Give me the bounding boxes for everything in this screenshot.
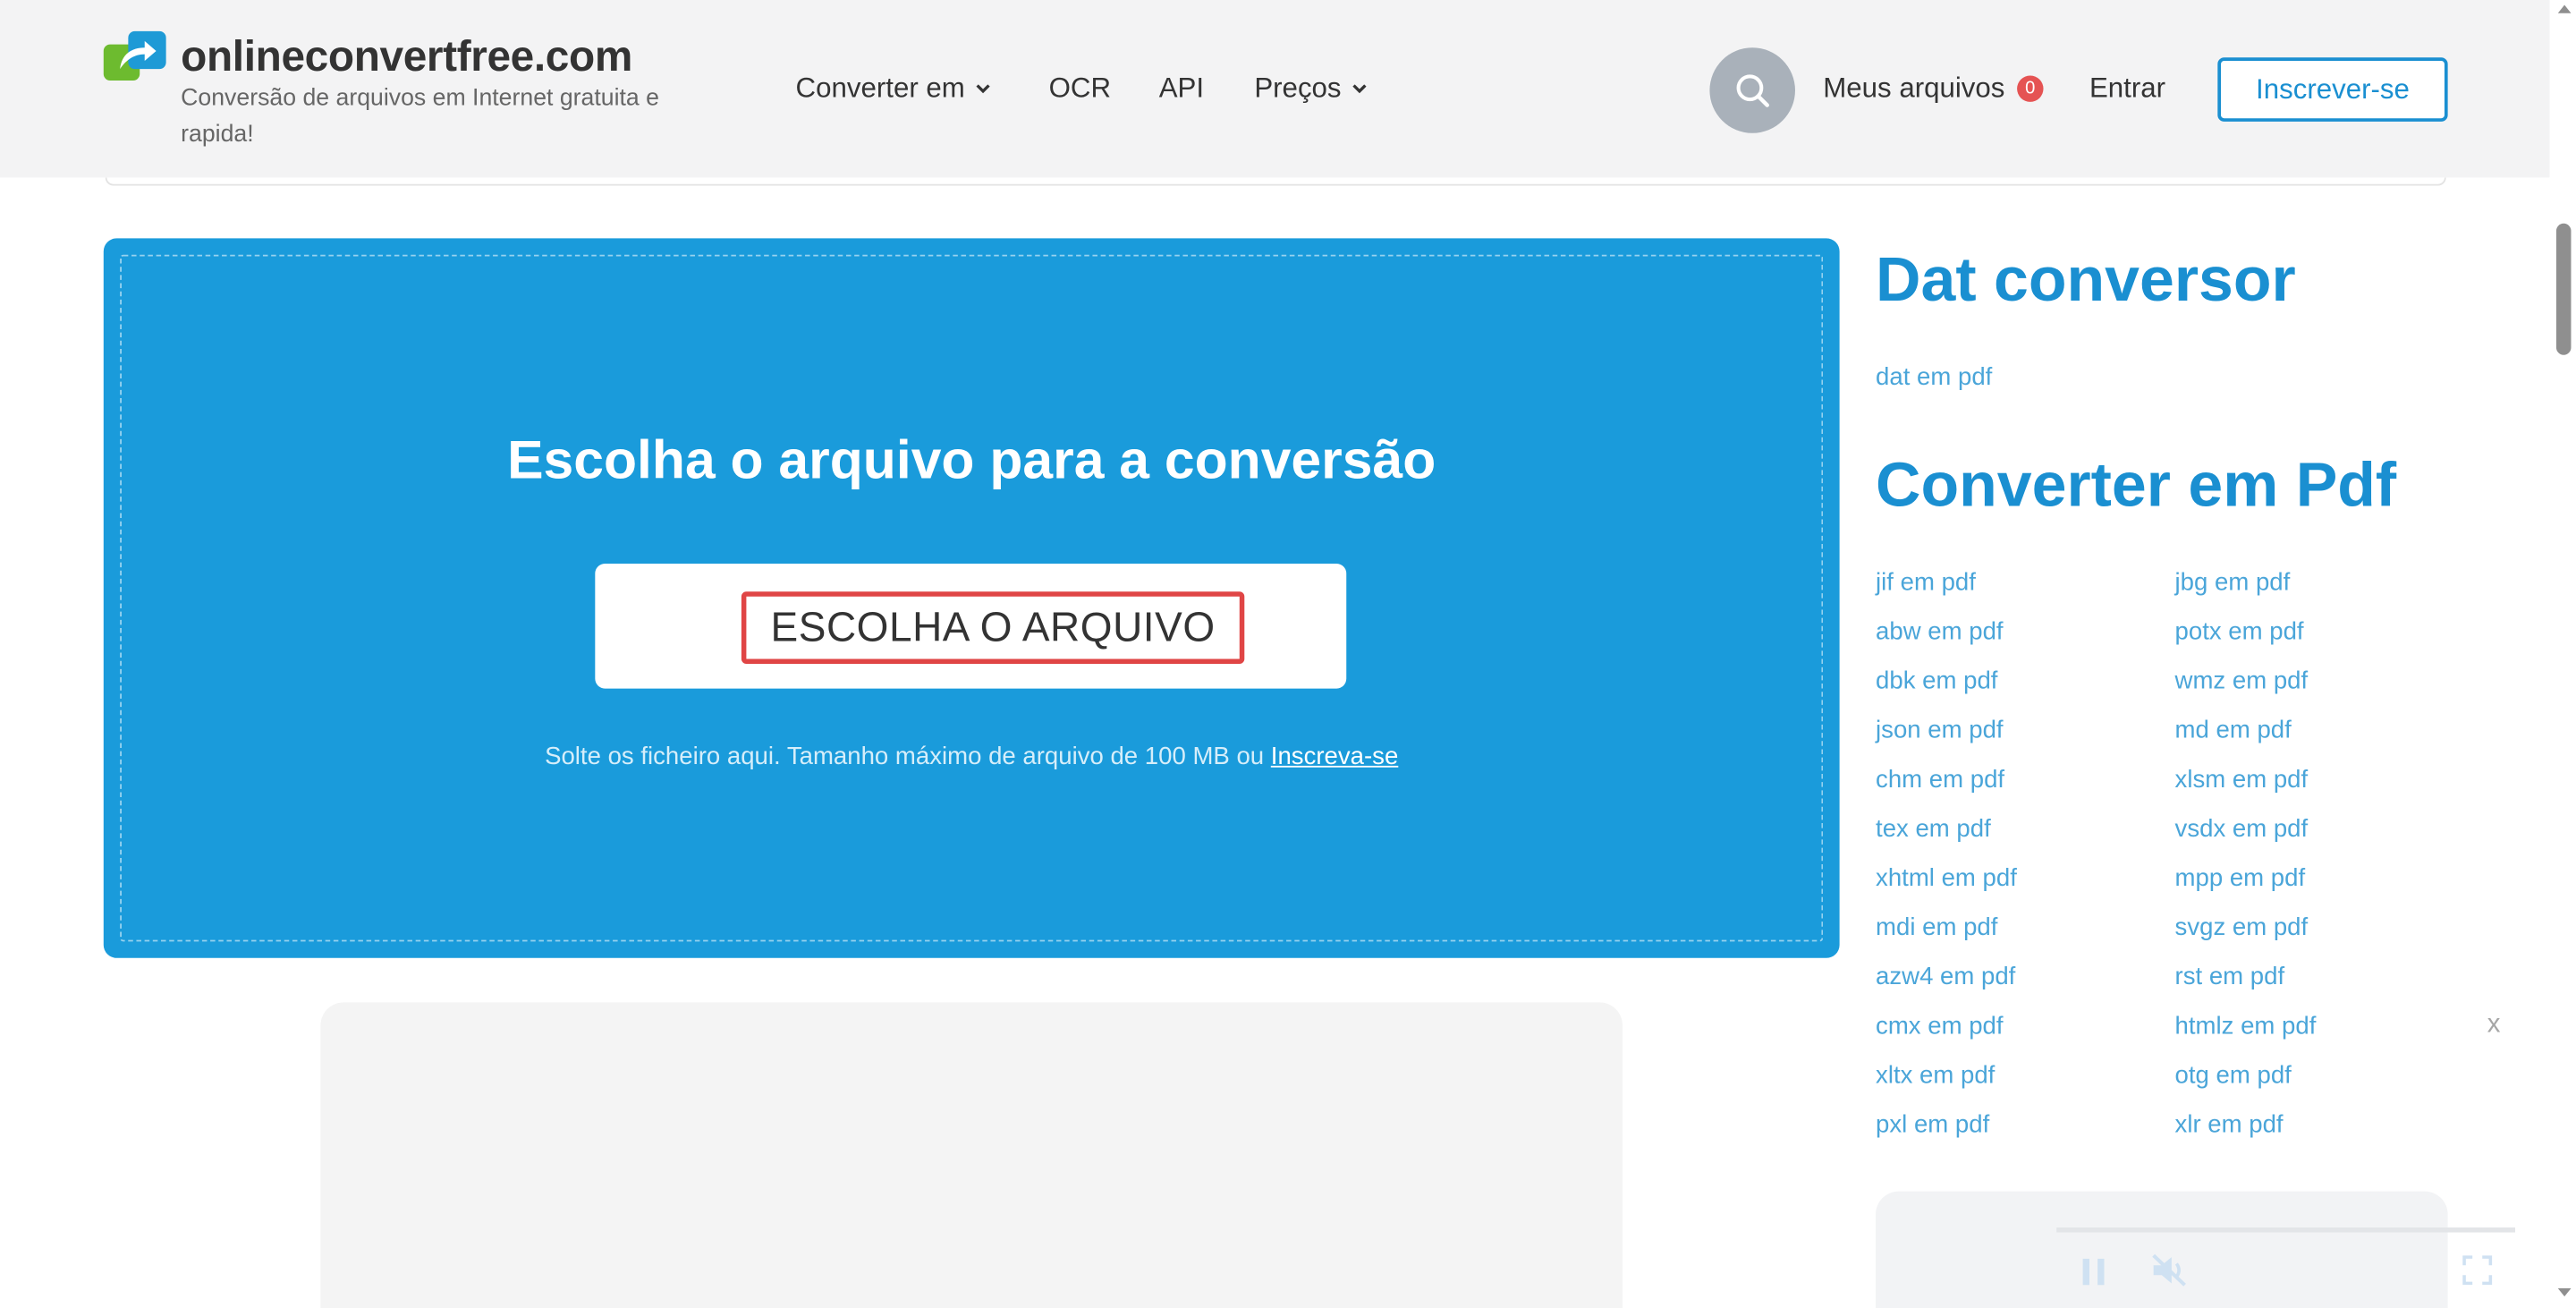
sidebar-link[interactable]: mdi em pdf <box>1876 913 1997 941</box>
video-progress-bar[interactable] <box>2056 1227 2515 1233</box>
logo-arrow-icon[interactable] <box>102 30 168 82</box>
file-drop-zone[interactable]: Escolha o arquivo para a conversão ESCOL… <box>103 238 1840 958</box>
scrollbar-track[interactable] <box>2549 0 2576 1308</box>
signup-hint-link[interactable]: Inscreva-se <box>1271 743 1398 770</box>
sidebar-link[interactable]: dat em pdf <box>1876 363 1992 391</box>
login-link[interactable]: Entrar <box>2089 72 2165 106</box>
nav-label: API <box>1158 72 1205 104</box>
sidebar-link[interactable]: tex em pdf <box>1876 815 1991 843</box>
chevron-down-icon <box>1352 84 1367 94</box>
upload-hint: Solte os ficheiro aqui. Tamanho máximo d… <box>104 743 1840 770</box>
sidebar-link[interactable]: json em pdf <box>1876 717 2004 744</box>
search-button[interactable] <box>1709 47 1795 133</box>
nav-label: Preços <box>1254 72 1342 104</box>
sidebar-link[interactable]: mpp em pdf <box>2175 864 2306 892</box>
sidebar-link[interactable]: md em pdf <box>2175 717 2292 744</box>
sidebar-link[interactable]: cmx em pdf <box>1876 1012 2003 1040</box>
sidebar-link[interactable]: azw4 em pdf <box>1876 963 2015 990</box>
sidebar-link[interactable]: vsdx em pdf <box>2175 815 2309 843</box>
nav-ocr[interactable]: OCR <box>1049 72 1111 106</box>
ad-close-button[interactable]: x <box>2487 1011 2501 1040</box>
sidebar-link[interactable]: jbg em pdf <box>2175 568 2291 596</box>
logo-text[interactable]: onlineconvertfree.com <box>181 31 632 82</box>
nav-label: OCR <box>1048 72 1112 104</box>
upload-hint-text: Solte os ficheiro aqui. Tamanho máximo d… <box>545 743 1265 771</box>
header-divider <box>105 177 2446 186</box>
sidebar-link[interactable]: xlsm em pdf <box>2175 766 2309 794</box>
ad-placeholder <box>320 1002 1623 1308</box>
search-icon <box>1736 74 1769 107</box>
sidebar-link[interactable]: chm em pdf <box>1876 766 2004 794</box>
choose-file-button[interactable]: ESCOLHA O ARQUIVO <box>595 563 1347 689</box>
logo-tagline: Conversão de arquivos em Internet gratui… <box>181 85 659 149</box>
sidebar-link[interactable]: htmlz em pdf <box>2175 1012 2317 1040</box>
sidebar-link[interactable]: xltx em pdf <box>1876 1062 1995 1090</box>
sidebar-link[interactable]: dbk em pdf <box>1876 667 1997 695</box>
upload-title: Escolha o arquivo para a conversão <box>507 429 1436 490</box>
sidebar-link[interactable]: rst em pdf <box>2175 963 2285 990</box>
sidebar-link[interactable]: otg em pdf <box>2175 1062 2292 1090</box>
pause-icon[interactable] <box>2080 1255 2109 1288</box>
site-header: onlineconvertfree.com Conversão de arqui… <box>0 0 2550 178</box>
page: onlineconvertfree.com Conversão de arqui… <box>0 0 2576 1308</box>
sidebar-link[interactable]: svgz em pdf <box>2175 913 2309 941</box>
nav-api[interactable]: API <box>1159 72 1204 106</box>
nav-label: Converter em <box>795 72 965 104</box>
sidebar-link[interactable]: xlr em pdf <box>2175 1111 2284 1139</box>
sidebar-link[interactable]: pxl em pdf <box>1876 1111 1989 1139</box>
my-files-count-badge: 0 <box>2017 75 2044 102</box>
nav-converter-em[interactable]: Converter em <box>796 72 992 106</box>
sidebar-link[interactable]: xhtml em pdf <box>1876 864 2017 892</box>
scroll-down-arrow-icon[interactable] <box>2556 1287 2572 1300</box>
muted-speaker-icon[interactable] <box>2148 1251 2191 1290</box>
fullscreen-icon[interactable] <box>2462 1255 2493 1286</box>
dat-converter-heading: Dat conversor <box>1876 246 2296 316</box>
nav-precos[interactable]: Preços <box>1254 72 1368 106</box>
sidebar-link[interactable]: abw em pdf <box>1876 618 2004 646</box>
scroll-up-arrow-icon[interactable] <box>2556 2 2572 15</box>
choose-file-label[interactable]: ESCOLHA O ARQUIVO <box>741 591 1245 665</box>
sidebar-link[interactable]: potx em pdf <box>2175 618 2304 646</box>
sidebar-link[interactable]: wmz em pdf <box>2175 667 2309 695</box>
sidebar-link[interactable]: jif em pdf <box>1876 568 1976 596</box>
chevron-down-icon <box>976 84 990 94</box>
scrollbar-thumb[interactable] <box>2555 223 2572 355</box>
my-files-link[interactable]: Meus arquivos <box>1823 72 2004 106</box>
signup-button[interactable]: Inscrever-se <box>2217 57 2448 122</box>
pdf-converter-heading: Converter em Pdf <box>1876 452 2397 522</box>
